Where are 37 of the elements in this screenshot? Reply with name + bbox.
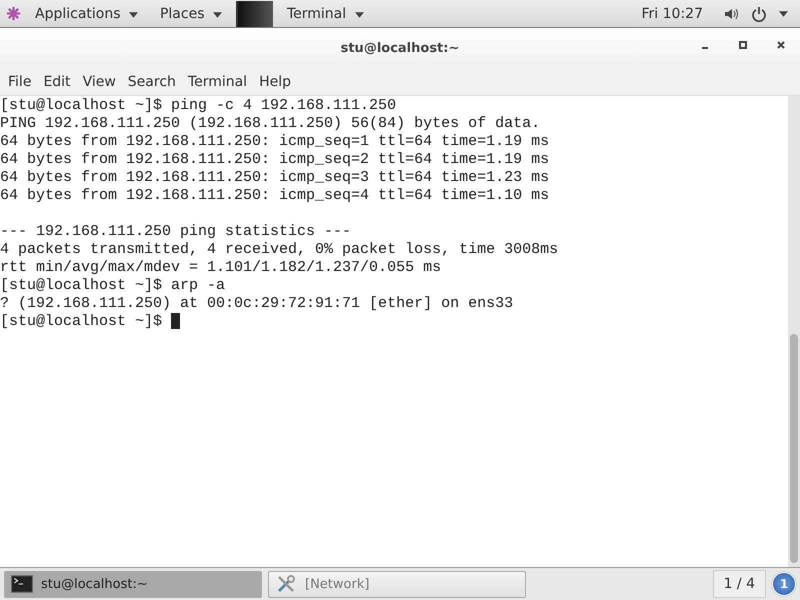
workspace-indicator[interactable]: 1 / 4 [712,570,766,598]
tools-icon [275,574,297,594]
terminal-line: 64 bytes from 192.168.111.250: icmp_seq=3 ttl=64 time=1.23 ms [0,169,550,186]
taskbar-item[interactable]: stu@localhost:~ [4,570,262,598]
terminal-line: 4 packets transmitted, 4 received, 0% packet loss, time 3008ms [0,241,558,258]
caret-icon [128,12,138,18]
caret-icon [212,12,222,18]
logo-icon [6,6,21,21]
menu-item[interactable]: Help [253,74,297,90]
menu-item[interactable]: Terminal [182,74,254,90]
top-menu[interactable]: Applications [27,6,146,22]
terminal-line: [stu@localhost ~]$ arp -a [0,277,226,294]
terminal-line: [stu@localhost ~]$ ping -c 4 192.168.111.250 [0,97,396,114]
terminal-line: ? (192.168.111.250) at 00:0c:29:72:91:71 [ether] on ens33 [0,295,514,312]
terminal-line: 64 bytes from 192.168.111.250: icmp_seq=1 ttl=64 time=1.19 ms [0,133,550,150]
terminal-line: 64 bytes from 192.168.111.250: icmp_seq=2 ttl=64 time=1.19 ms [0,151,550,168]
scrollbar-thumb[interactable] [790,334,798,563]
top-menu[interactable]: Terminal [278,6,372,22]
terminal-line: PING 192.168.111.250 (192.168.111.250) 56(84) bytes of data. [0,115,540,132]
terminal-line: rtt min/avg/max/mdev = 1.101/1.182/1.237/0.055 ms [0,259,442,276]
menu-item[interactable]: Edit [37,74,77,90]
menu-item[interactable]: Search [122,74,182,90]
caret-icon[interactable] [779,10,788,16]
terminal-line: --- 192.168.111.250 ping statistics --- [0,223,352,240]
power-icon[interactable] [751,6,767,22]
clock[interactable]: Fri 10:27 [642,6,703,22]
maximize-icon[interactable] [738,40,748,50]
menu-item[interactable]: File [2,74,38,90]
caret-icon [354,12,364,18]
menu-item[interactable]: View [76,74,122,90]
top-menu[interactable]: Places [152,6,230,22]
window-title: stu@localhost:~ [340,40,460,56]
terminal-line: 64 bytes from 192.168.111.250: icmp_seq=4 ttl=64 time=1.10 ms [0,187,550,204]
close-icon[interactable] [776,40,786,50]
terminal-prompt: [stu@localhost ~]$ [0,313,164,330]
cursor [171,313,180,330]
taskbar-item[interactable]: [Network] [268,570,526,598]
